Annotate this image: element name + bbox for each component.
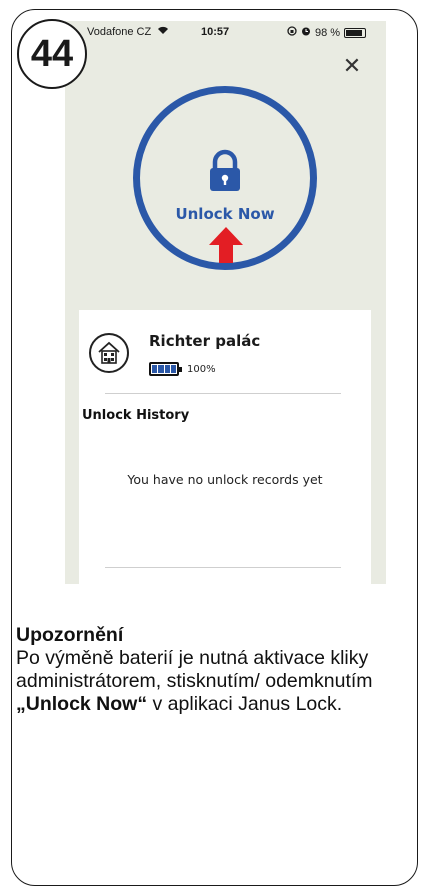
house-icon [89,333,129,373]
unlock-history-heading: Unlock History [82,408,190,423]
device-battery-icon [149,362,182,376]
device-name: Richter palác [149,332,261,350]
status-bar: Vodafone CZ 10:57 98 % [65,21,386,45]
step-number-badge: 44 [17,19,87,89]
warning-note: Upozornění Po výměně baterií je nutná ak… [16,624,411,716]
phone-screenshot: Vodafone CZ 10:57 98 % ✕ Unlock Now Rich… [65,21,386,584]
lock-icon [210,149,240,191]
orientation-lock-icon [287,26,297,39]
unlock-now-label[interactable]: Unlock Now [160,205,290,223]
note-title: Upozornění [16,624,124,646]
device-battery: 100% [149,362,216,376]
note-text-after: v aplikaci Janus Lock. [147,693,343,715]
divider [105,393,341,394]
alarm-icon [301,26,311,39]
carrier-label: Vodafone CZ [87,26,152,38]
battery-percent: 98 % [315,26,341,39]
device-battery-level: 100% [187,363,216,375]
clock-time: 10:57 [201,26,230,38]
close-icon: ✕ [342,53,362,79]
lock-details-panel: Richter palác 100% Unlock History You ha… [79,310,371,584]
red-arrow-up-icon [209,227,243,263]
note-highlight: „Unlock Now“ [16,693,148,715]
empty-history-message: You have no unlock records yet [127,472,323,487]
close-button[interactable]: ✕ [339,53,365,79]
wifi-icon [157,24,169,38]
status-right: 98 % [287,26,367,39]
divider [105,567,341,568]
battery-icon [344,27,367,38]
note-text-before: Po výměně baterií je nutná aktivace klik… [16,647,373,692]
